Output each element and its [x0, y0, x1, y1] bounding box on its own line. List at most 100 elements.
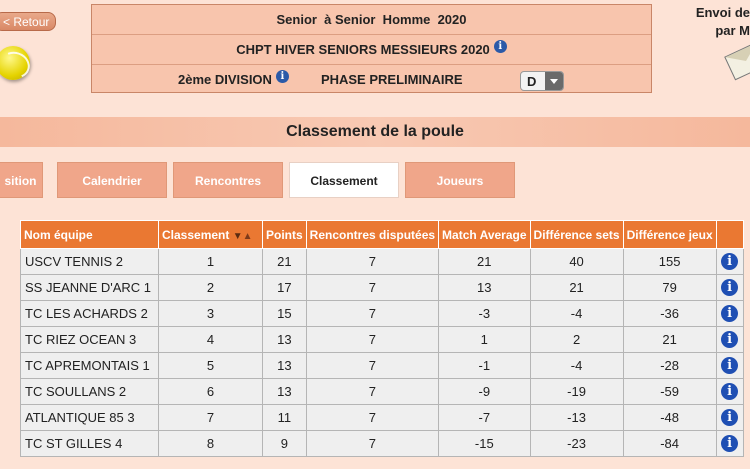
send-by-mail[interactable]: Envoi de par M [696, 4, 750, 40]
games-diff-cell: -28 [622, 352, 717, 379]
info-icon[interactable]: i [721, 253, 739, 271]
tab-rencontres[interactable]: Rencontres [173, 162, 283, 198]
match-average-cell: -15 [438, 430, 531, 457]
team-name-cell: TC SOULLANS 2 [20, 378, 159, 405]
table-row: ATLANTIQUE 85 3 7 11 7 -7 -13 -48 i [20, 404, 744, 431]
sets-diff-cell: 21 [529, 274, 624, 301]
col-match-average: Match Average [438, 220, 531, 249]
team-name-cell: TC RIEZ OCEAN 3 [20, 326, 159, 353]
info-cell: i [715, 378, 744, 405]
category-title: Senior à Senior Homme 2020 [276, 12, 467, 27]
competition-info-box: Senior à Senior Homme 2020 CHPT HIVER SE… [91, 4, 652, 93]
games-diff-cell: -36 [622, 300, 717, 327]
table-row: TC APREMONTAIS 1 5 13 7 -1 -4 -28 i [20, 352, 744, 379]
table-row: TC ST GILLES 4 8 9 7 -15 -23 -84 i [20, 430, 744, 457]
matches-cell: 7 [305, 430, 440, 457]
col-sets-diff: Différence sets [529, 220, 624, 249]
sets-diff-cell: -23 [529, 430, 624, 457]
info-cell: i [715, 352, 744, 379]
table-row: TC RIEZ OCEAN 3 4 13 7 1 2 21 i [20, 326, 744, 353]
phase-label: PHASE PRELIMINAIRE [320, 72, 463, 87]
championship-title: CHPT HIVER SENIORS MESSIEURS 2020 [236, 42, 490, 57]
info-cell: i [715, 404, 744, 431]
points-cell: 11 [262, 404, 307, 431]
info-icon[interactable]: i [275, 70, 289, 83]
team-name-cell: TC APREMONTAIS 1 [20, 352, 159, 379]
group-select[interactable]: D [520, 71, 564, 91]
sets-diff-cell: -4 [529, 352, 624, 379]
match-average-cell: -1 [438, 352, 531, 379]
send-label-2: par M [715, 23, 750, 38]
games-diff-cell: -48 [622, 404, 717, 431]
info-icon[interactable]: i [721, 357, 739, 375]
matches-cell: 7 [305, 352, 440, 379]
info-cell: i [715, 248, 744, 275]
table-row: SS JEANNE D'ARC 1 2 17 7 13 21 79 i [20, 274, 744, 301]
match-average-cell: -3 [438, 300, 531, 327]
team-name-cell: ATLANTIQUE 85 3 [20, 404, 159, 431]
category-row: Senior à Senior Homme 2020 [92, 5, 651, 35]
rank-cell: 3 [158, 300, 263, 327]
points-cell: 17 [262, 274, 307, 301]
team-name-cell: SS JEANNE D'ARC 1 [20, 274, 159, 301]
sort-arrows-icon[interactable]: ▼▲ [233, 231, 253, 242]
info-icon[interactable]: i [721, 435, 739, 453]
team-name-cell: TC ST GILLES 4 [20, 430, 159, 457]
points-cell: 13 [262, 326, 307, 353]
rank-cell: 1 [158, 248, 263, 275]
match-average-cell: -7 [438, 404, 531, 431]
rank-cell: 5 [158, 352, 263, 379]
team-name-cell: TC LES ACHARDS 2 [20, 300, 159, 327]
info-icon[interactable]: i [721, 409, 739, 427]
matches-cell: 7 [305, 326, 440, 353]
col-matches: Rencontres disputées [305, 220, 440, 249]
match-average-cell: 21 [438, 248, 531, 275]
match-average-cell: 13 [438, 274, 531, 301]
division-label: 2ème DIVISION [178, 72, 272, 87]
tab-composition[interactable]: sition [0, 162, 43, 198]
col-info [715, 220, 744, 249]
tennis-ball-icon [0, 46, 30, 80]
sets-diff-cell: -4 [529, 300, 624, 327]
sets-diff-cell: -13 [529, 404, 624, 431]
rank-cell: 2 [158, 274, 263, 301]
info-cell: i [715, 430, 744, 457]
send-label-1: Envoi de [695, 5, 750, 20]
rank-cell: 7 [158, 404, 263, 431]
tab-joueurs[interactable]: Joueurs [405, 162, 515, 198]
table-header-row: Nom équipe Classement ▼▲ Points Rencontr… [20, 220, 744, 249]
tab-bar: sition Calendrier Rencontres Classement … [0, 162, 750, 198]
table-row: TC LES ACHARDS 2 3 15 7 -3 -4 -36 i [20, 300, 744, 327]
matches-cell: 7 [305, 404, 440, 431]
team-name-cell: USCV TENNIS 2 [20, 248, 159, 275]
info-icon[interactable]: i [721, 331, 739, 349]
rank-cell: 8 [158, 430, 263, 457]
rank-cell: 6 [158, 378, 263, 405]
col-rank-label: Classement [162, 227, 230, 242]
rank-cell: 4 [158, 326, 263, 353]
match-average-cell: 1 [438, 326, 531, 353]
games-diff-cell: -59 [622, 378, 717, 405]
back-button[interactable]: < Retour [0, 12, 56, 31]
points-cell: 13 [262, 378, 307, 405]
matches-cell: 7 [305, 300, 440, 327]
info-cell: i [715, 274, 744, 301]
sets-diff-cell: 40 [529, 248, 624, 275]
games-diff-cell: -84 [622, 430, 717, 457]
tab-calendrier[interactable]: Calendrier [57, 162, 167, 198]
standings-table-wrapper: Nom équipe Classement ▼▲ Points Rencontr… [20, 220, 744, 457]
section-title: Classement de la poule [0, 117, 750, 147]
col-rank[interactable]: Classement ▼▲ [158, 220, 263, 249]
tab-classement[interactable]: Classement [289, 162, 399, 198]
info-icon[interactable]: i [493, 40, 507, 53]
info-icon[interactable]: i [721, 383, 739, 401]
info-icon[interactable]: i [721, 305, 739, 323]
info-icon[interactable]: i [721, 279, 739, 297]
col-points: Points [262, 220, 307, 249]
table-row: TC SOULLANS 2 6 13 7 -9 -19 -59 i [20, 378, 744, 405]
chevron-down-icon [545, 72, 563, 90]
matches-cell: 7 [305, 274, 440, 301]
col-games-diff: Différence jeux [622, 220, 717, 249]
games-diff-cell: 155 [622, 248, 717, 275]
envelope-icon[interactable] [724, 41, 750, 81]
